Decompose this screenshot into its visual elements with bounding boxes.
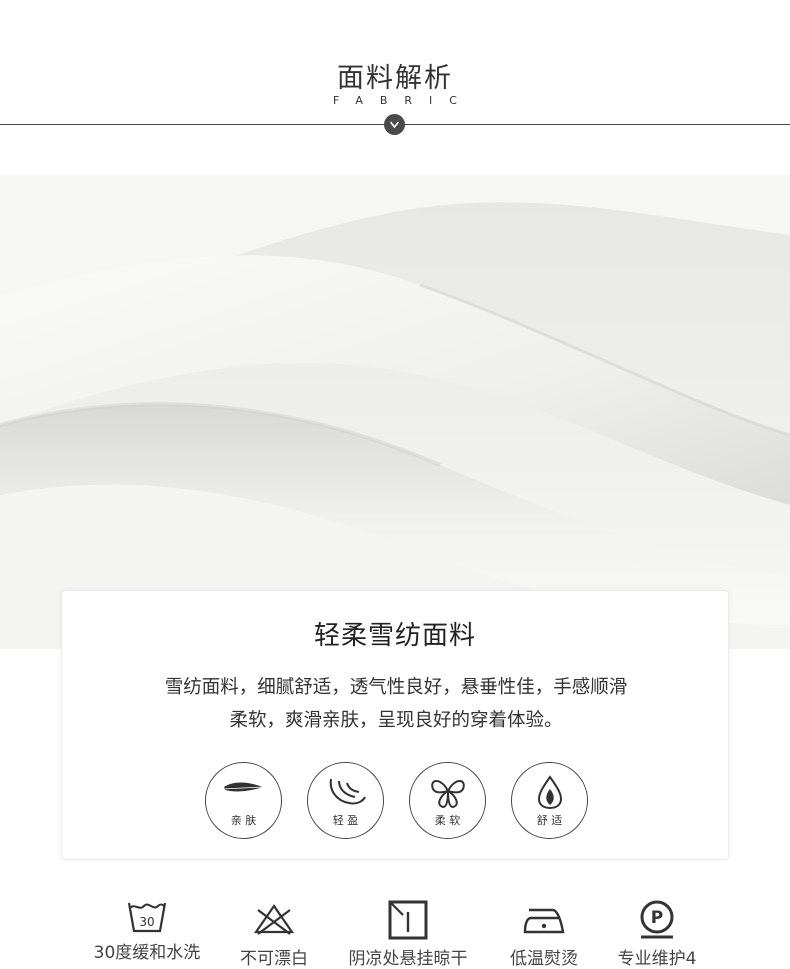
professional-care-text: P [651,908,663,928]
professional-care-icon: P [640,900,674,939]
care-label: 专业维护4 [617,949,697,969]
no-bleach-icon [253,904,295,935]
card-description-line: 雪纺面料，细腻舒适，透气性良好，悬垂性佳，手感顺滑 [164,677,628,698]
feature-lightweight: 轻 盈 [307,762,384,839]
drop-leaf-icon [537,775,563,809]
care-label: 30度缓和水洗 [93,943,201,963]
shade-dry-icon [388,900,428,940]
card-description: 雪纺面料，细腻舒适，透气性良好，悬垂性佳，手感顺滑 柔软，爽滑亲肤，呈现良好的穿… [102,671,690,737]
card-description-line: 柔软，爽滑亲肤，呈现良好的穿着体验。 [229,710,563,731]
feature-label: 亲 肤 [230,814,257,827]
chevron-down-icon [384,114,405,135]
feature-comfort: 舒 适 [511,762,588,839]
feature-soft: 柔 软 [409,762,486,839]
section-title: 面料解析 [337,63,453,94]
care-item-wash: 30 30度缓和水洗 [77,900,217,963]
care-item-shade-dry: 阴凉处悬挂晾干 [338,900,478,969]
care-label: 阴凉处悬挂晾干 [348,949,468,969]
section-subtitle: FABRIC [333,94,474,107]
feature-label: 柔 软 [434,814,461,827]
card-title: 轻柔雪纺面料 [313,621,476,651]
fabric-photo [0,175,790,649]
low-iron-icon [523,908,565,934]
wash-temp-text: 30 [139,915,154,929]
care-label: 不可漂白 [240,949,308,969]
feather-icon [223,782,264,792]
butterfly-icon [431,780,465,809]
wash-30-icon: 30 [127,902,167,933]
fabric-card: 轻柔雪纺面料 雪纺面料，细腻舒适，透气性良好，悬垂性佳，手感顺滑 柔软，爽滑亲肤… [61,590,729,860]
feature-label: 舒 适 [536,814,563,827]
care-item-no-bleach: 不可漂白 [204,900,344,969]
leaf-icon [329,778,366,805]
feature-label: 轻 盈 [332,814,359,827]
care-item-professional: P 专业维护4 [587,900,727,969]
feature-skin-friendly: 亲 肤 [205,762,282,839]
